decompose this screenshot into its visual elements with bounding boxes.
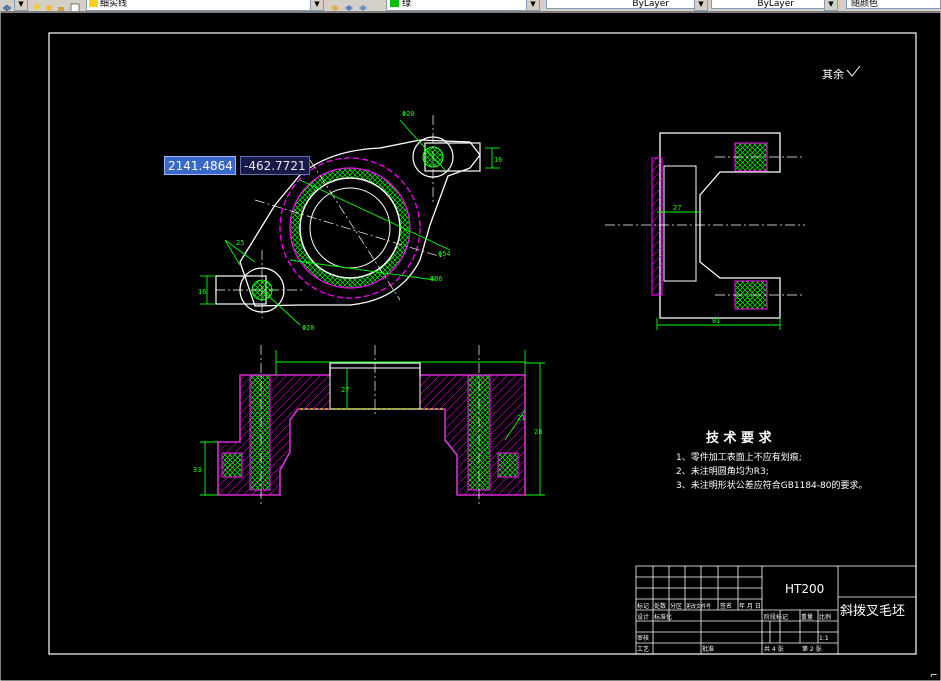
dynamic-input-x[interactable]: 2141.4864 xyxy=(164,156,236,175)
tech-requirement-1: 1、零件加工表面上不应有划痕; xyxy=(676,451,802,463)
tb-approve: 批准 xyxy=(702,645,714,653)
tb-process: 工艺 xyxy=(637,645,649,653)
layer-color-name: 绿 xyxy=(402,0,412,9)
lineweight-dropdown[interactable]: ByLayer xyxy=(711,0,835,9)
color-dropdown-arrow-icon[interactable]: ▼ xyxy=(526,0,540,11)
tb-count: 处数 xyxy=(654,602,666,610)
tech-requirement-2: 2、未注明圆角均为R3; xyxy=(676,465,769,477)
dim-left-offset: 25 xyxy=(236,239,244,247)
linetype-dropdown-arrow-icon[interactable]: ▼ xyxy=(694,0,708,11)
dropdown-arrow-icon[interactable]: ▼ xyxy=(14,0,28,11)
tb-zone: 分区 xyxy=(670,602,682,610)
linetype-value: ByLayer xyxy=(632,0,669,9)
dim-main-inner: Φ54 xyxy=(438,250,451,258)
properties-toolbar: ▼ 细实线 ▼ 绿 ▼ ByLayer ▼ ByLayer ▼ 随颜色 xyxy=(0,0,941,12)
outer-frame xyxy=(0,12,941,681)
dim-top-hole: Φ20 xyxy=(402,110,415,118)
dim-section-total: 81 xyxy=(712,317,720,325)
plotstyle-value: 随颜色 xyxy=(851,0,879,9)
dim-small-hole: Φ20 xyxy=(302,324,315,332)
lineweight-value: ByLayer xyxy=(757,0,794,9)
lock-icon[interactable] xyxy=(56,0,66,11)
layer-linetype-label: 细实线 xyxy=(100,0,128,9)
layer-color-icon xyxy=(89,0,98,7)
layer-previous-icon[interactable] xyxy=(344,0,354,11)
color-swatch-icon xyxy=(70,0,80,11)
part-name-label: 斜拨叉毛坯 xyxy=(840,604,905,619)
tb-stage-mark: 阶段标记 xyxy=(764,613,788,621)
surface-rest-label: 其余 xyxy=(822,67,844,81)
dim-main-outer: Φ86 xyxy=(430,275,443,283)
make-current-icon[interactable] xyxy=(330,0,340,11)
roughness-symbol-icon xyxy=(846,65,861,77)
sun-icon[interactable] xyxy=(44,0,54,11)
tb-designer: 设计 xyxy=(637,613,649,621)
tb-review: 审核 xyxy=(637,634,649,642)
dim-front-center: 27 xyxy=(341,386,349,394)
tb-sheet-no: 第 2 张 xyxy=(802,645,822,653)
plotstyle-dropdown[interactable]: 随颜色 xyxy=(846,0,941,9)
tech-requirement-3: 3、未注明形状公差应符合GB1184-80的要求。 xyxy=(676,479,867,491)
tb-ratio: 1:1 xyxy=(819,635,829,642)
front-section-view: 27 28 33 21 xyxy=(193,345,545,505)
tb-weight: 重量 xyxy=(801,613,813,621)
linetype-dropdown[interactable]: ByLayer xyxy=(546,0,706,9)
layer-dropdown-arrow-icon[interactable]: ▼ xyxy=(310,0,324,11)
dim-section-inner: 27 xyxy=(673,204,681,212)
side-section-view: 27 81 xyxy=(605,132,805,330)
drawing-border xyxy=(48,32,917,655)
dim-top-lug-height: 16 xyxy=(494,156,502,164)
tb-standardize: 标准化 xyxy=(654,613,672,621)
tb-date: 年 月 日 xyxy=(739,602,761,610)
drawing-svg: Φ20 Φ54 Φ86 Φ20 16 16 25 27 81 27 28 33 … xyxy=(0,12,941,681)
lightbulb-icon[interactable] xyxy=(32,0,42,10)
green-swatch-icon xyxy=(390,0,399,7)
dim-front-right: 28 xyxy=(534,428,542,436)
dim-left-lug-height: 16 xyxy=(198,288,206,296)
dim-front-side: 21 xyxy=(517,414,525,422)
tb-scale: 比例 xyxy=(819,613,831,621)
lineweight-dropdown-arrow-icon[interactable]: ▼ xyxy=(824,0,838,11)
dynamic-input-y[interactable]: -462.7721 xyxy=(240,156,310,175)
tb-mark: 标记 xyxy=(637,602,649,610)
tb-total-sheets: 共 4 张 xyxy=(764,645,784,653)
layer-dropdown[interactable]: 细实线 xyxy=(86,0,322,11)
tb-sign: 签名 xyxy=(720,602,732,610)
tech-requirements-title: 技 术 要 求 xyxy=(706,430,773,446)
color-dropdown[interactable]: 绿 xyxy=(386,0,540,11)
plan-view: Φ20 Φ54 Φ86 Φ20 16 16 25 xyxy=(198,110,502,332)
layer-manager-icon[interactable] xyxy=(2,0,12,11)
material-label: HT200 xyxy=(785,582,824,596)
tb-docno: 更改文件号 xyxy=(686,603,711,610)
crosshair-cursor-icon: ⌐ xyxy=(930,671,938,681)
dim-front-left: 33 xyxy=(193,466,201,474)
layer-states-icon[interactable] xyxy=(358,0,368,11)
